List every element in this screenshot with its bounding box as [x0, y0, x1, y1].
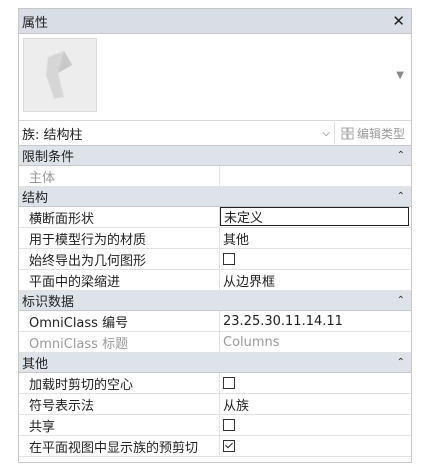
- section-title: 结构: [22, 191, 49, 206]
- property-row: 符号表示法 从族: [19, 394, 411, 415]
- property-value[interactable]: 未定义: [220, 207, 409, 226]
- section-header[interactable]: 结构 ⌃: [19, 187, 411, 207]
- collapse-icon[interactable]: ⌃: [397, 150, 405, 161]
- checkbox[interactable]: [223, 419, 235, 431]
- section-header[interactable]: 限制条件 ⌃: [19, 146, 411, 166]
- property-row: 用于模型行为的材质 其他: [19, 228, 411, 249]
- property-value[interactable]: 23.25.30.11.14.11: [220, 311, 411, 331]
- section-header[interactable]: 标识数据 ⌃: [19, 291, 411, 311]
- property-row: 共享: [19, 415, 411, 436]
- property-label: 共享: [19, 415, 220, 435]
- property-value[interactable]: 从边界框: [220, 270, 411, 290]
- property-checkbox-cell[interactable]: [220, 249, 411, 269]
- collapse-icon[interactable]: ⌃: [397, 295, 405, 306]
- preview-dropdown-icon[interactable]: ▼: [396, 70, 404, 81]
- collapse-icon[interactable]: ⌃: [397, 357, 405, 368]
- type-selector[interactable]: 族: 结构柱 ⌵: [19, 122, 335, 144]
- property-row: 平面中的梁缩进 从边界框: [19, 270, 411, 291]
- type-selector-row: 族: 结构柱 ⌵ 编辑类型: [19, 121, 411, 146]
- property-label: OmniClass 标题: [19, 332, 220, 352]
- property-row: OmniClass 标题 Columns: [19, 332, 411, 353]
- section-title: 标识数据: [22, 295, 75, 310]
- checkbox[interactable]: [223, 377, 235, 389]
- property-label: 在平面视图中显示族的预剪切: [19, 436, 220, 456]
- chevron-down-icon: ⌵: [322, 127, 330, 139]
- property-row: 在平面视图中显示族的预剪切: [19, 436, 411, 457]
- property-label: 用于模型行为的材质: [19, 228, 220, 248]
- property-label: 横断面形状: [19, 207, 220, 227]
- type-preview: ▼: [19, 34, 411, 121]
- property-row: 始终导出为几何图形: [19, 249, 411, 270]
- panel-titlebar: 属性 ✕: [19, 9, 411, 34]
- checkbox[interactable]: [223, 253, 235, 265]
- column-thumbnail-icon: [45, 50, 73, 100]
- property-row: OmniClass 编号 23.25.30.11.14.11: [19, 311, 411, 332]
- property-value[interactable]: 从族: [220, 394, 411, 414]
- section-title: 其他: [22, 357, 49, 372]
- edit-type-button[interactable]: 编辑类型: [335, 125, 411, 142]
- property-label: 始终导出为几何图形: [19, 249, 220, 269]
- property-label: 符号表示法: [19, 394, 220, 414]
- property-label: 主体: [19, 166, 220, 186]
- property-value: [220, 166, 411, 186]
- section-title: 限制条件: [22, 150, 75, 165]
- panel-title: 属性: [22, 15, 49, 31]
- property-label: OmniClass 编号: [19, 311, 220, 331]
- properties-panel: 属性 ✕ ▼ 族: 结构柱 ⌵ 编辑类型 限制条件 ⌃ 主体 结构 ⌃ 横断面形状 未定义用…: [18, 8, 412, 463]
- property-value: Columns: [223, 334, 280, 350]
- close-icon[interactable]: ✕: [390, 12, 407, 30]
- property-checkbox-cell[interactable]: [220, 373, 411, 393]
- edit-type-label: 编辑类型: [356, 126, 405, 141]
- type-selector-label: 族: 结构柱: [22, 127, 83, 143]
- property-checkbox-cell[interactable]: [220, 415, 411, 435]
- property-row: 主体: [19, 166, 411, 187]
- property-row: 加载时剪切的空心: [19, 373, 411, 394]
- family-thumbnail: [23, 38, 97, 112]
- collapse-icon[interactable]: ⌃: [397, 191, 405, 202]
- edit-type-icon: [341, 127, 354, 139]
- property-row: 横断面形状 未定义: [19, 207, 411, 228]
- property-checkbox-cell[interactable]: [220, 436, 411, 456]
- checkbox-checked[interactable]: [223, 440, 235, 452]
- properties-grid: 限制条件 ⌃ 主体 结构 ⌃ 横断面形状 未定义 用于模型行为的材质 其他 始终导出为几何图形 平面…: [19, 146, 411, 457]
- property-label: 平面中的梁缩进: [19, 270, 220, 290]
- property-label: 加载时剪切的空心: [19, 373, 220, 393]
- property-value[interactable]: 其他: [220, 228, 411, 248]
- section-header[interactable]: 其他 ⌃: [19, 353, 411, 373]
